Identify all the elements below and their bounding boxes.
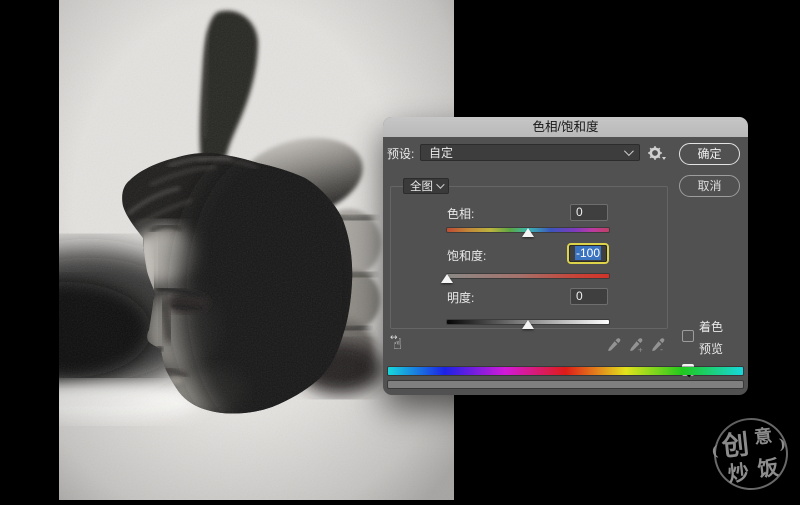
saturation-value-selected: -100 [575, 246, 601, 260]
lightness-value: 0 [576, 289, 583, 303]
channel-groupbox [390, 186, 668, 329]
hue-label: 色相: [447, 205, 474, 222]
eyedropper-group: + - [607, 337, 669, 354]
hue-value: 0 [576, 205, 583, 219]
saturation-input-focused[interactable]: -100 [567, 243, 609, 264]
svg-text:-: - [660, 345, 663, 355]
channel-value: 全图 [410, 178, 433, 194]
cancel-button[interactable]: 取消 [679, 175, 740, 197]
hue-slider-thumb[interactable] [522, 228, 534, 237]
saturation-label: 饱和度: [447, 247, 486, 264]
lightness-slider-thumb[interactable] [522, 320, 534, 329]
channel-dropdown[interactable]: 全图 [403, 178, 449, 194]
hue-saturation-dialog: 色相/饱和度 预设: 自定 确定 取消 全图 色相: 0 [383, 117, 748, 395]
colorize-label: 着色 [699, 318, 723, 335]
left-right-arrows-icon: ↔ [390, 331, 398, 346]
hue-input[interactable]: 0 [570, 204, 608, 221]
dialog-titlebar[interactable]: 色相/饱和度 [383, 117, 748, 137]
logo-mark: ) [778, 436, 786, 453]
logo-char: 炒 [726, 456, 750, 488]
hue-slider[interactable] [447, 228, 609, 232]
gear-icon [647, 145, 667, 161]
eyedropper-icon[interactable] [608, 338, 620, 351]
preview-label: 预览 [699, 340, 723, 357]
logo-char: 意 [753, 422, 774, 450]
logo-char: 饭 [756, 451, 780, 483]
eyedropper-plus-icon[interactable]: + [630, 338, 643, 354]
ok-button[interactable]: 确定 [679, 143, 740, 165]
targeted-adjustment-tool[interactable]: ↔ ☝ [393, 337, 402, 352]
colorize-checkbox[interactable] [682, 330, 694, 342]
lightness-label: 明度: [447, 289, 474, 306]
photoshop-workspace: { "window": { "title": "色相/饱和度" }, "pres… [0, 0, 800, 500]
saturation-slider-thumb[interactable] [441, 274, 453, 283]
preset-options-button[interactable] [647, 145, 667, 161]
lightness-slider[interactable] [447, 320, 609, 324]
eyedropper-minus-icon[interactable]: - [652, 338, 664, 354]
preset-label: 预设: [387, 145, 414, 162]
chevron-down-icon [624, 146, 634, 156]
spectrum-bar-adjusted [388, 381, 743, 388]
watermark-logo: 创 意 炒 饭 ( ) [708, 412, 794, 496]
preset-value: 自定 [429, 144, 453, 161]
preset-dropdown[interactable]: 自定 [420, 144, 640, 161]
svg-text:+: + [638, 346, 643, 355]
saturation-slider[interactable] [447, 274, 609, 278]
lightness-input[interactable]: 0 [570, 288, 608, 305]
spectrum-bar-original [388, 367, 743, 375]
dialog-title: 色相/饱和度 [533, 120, 599, 134]
chevron-down-icon [436, 180, 444, 188]
